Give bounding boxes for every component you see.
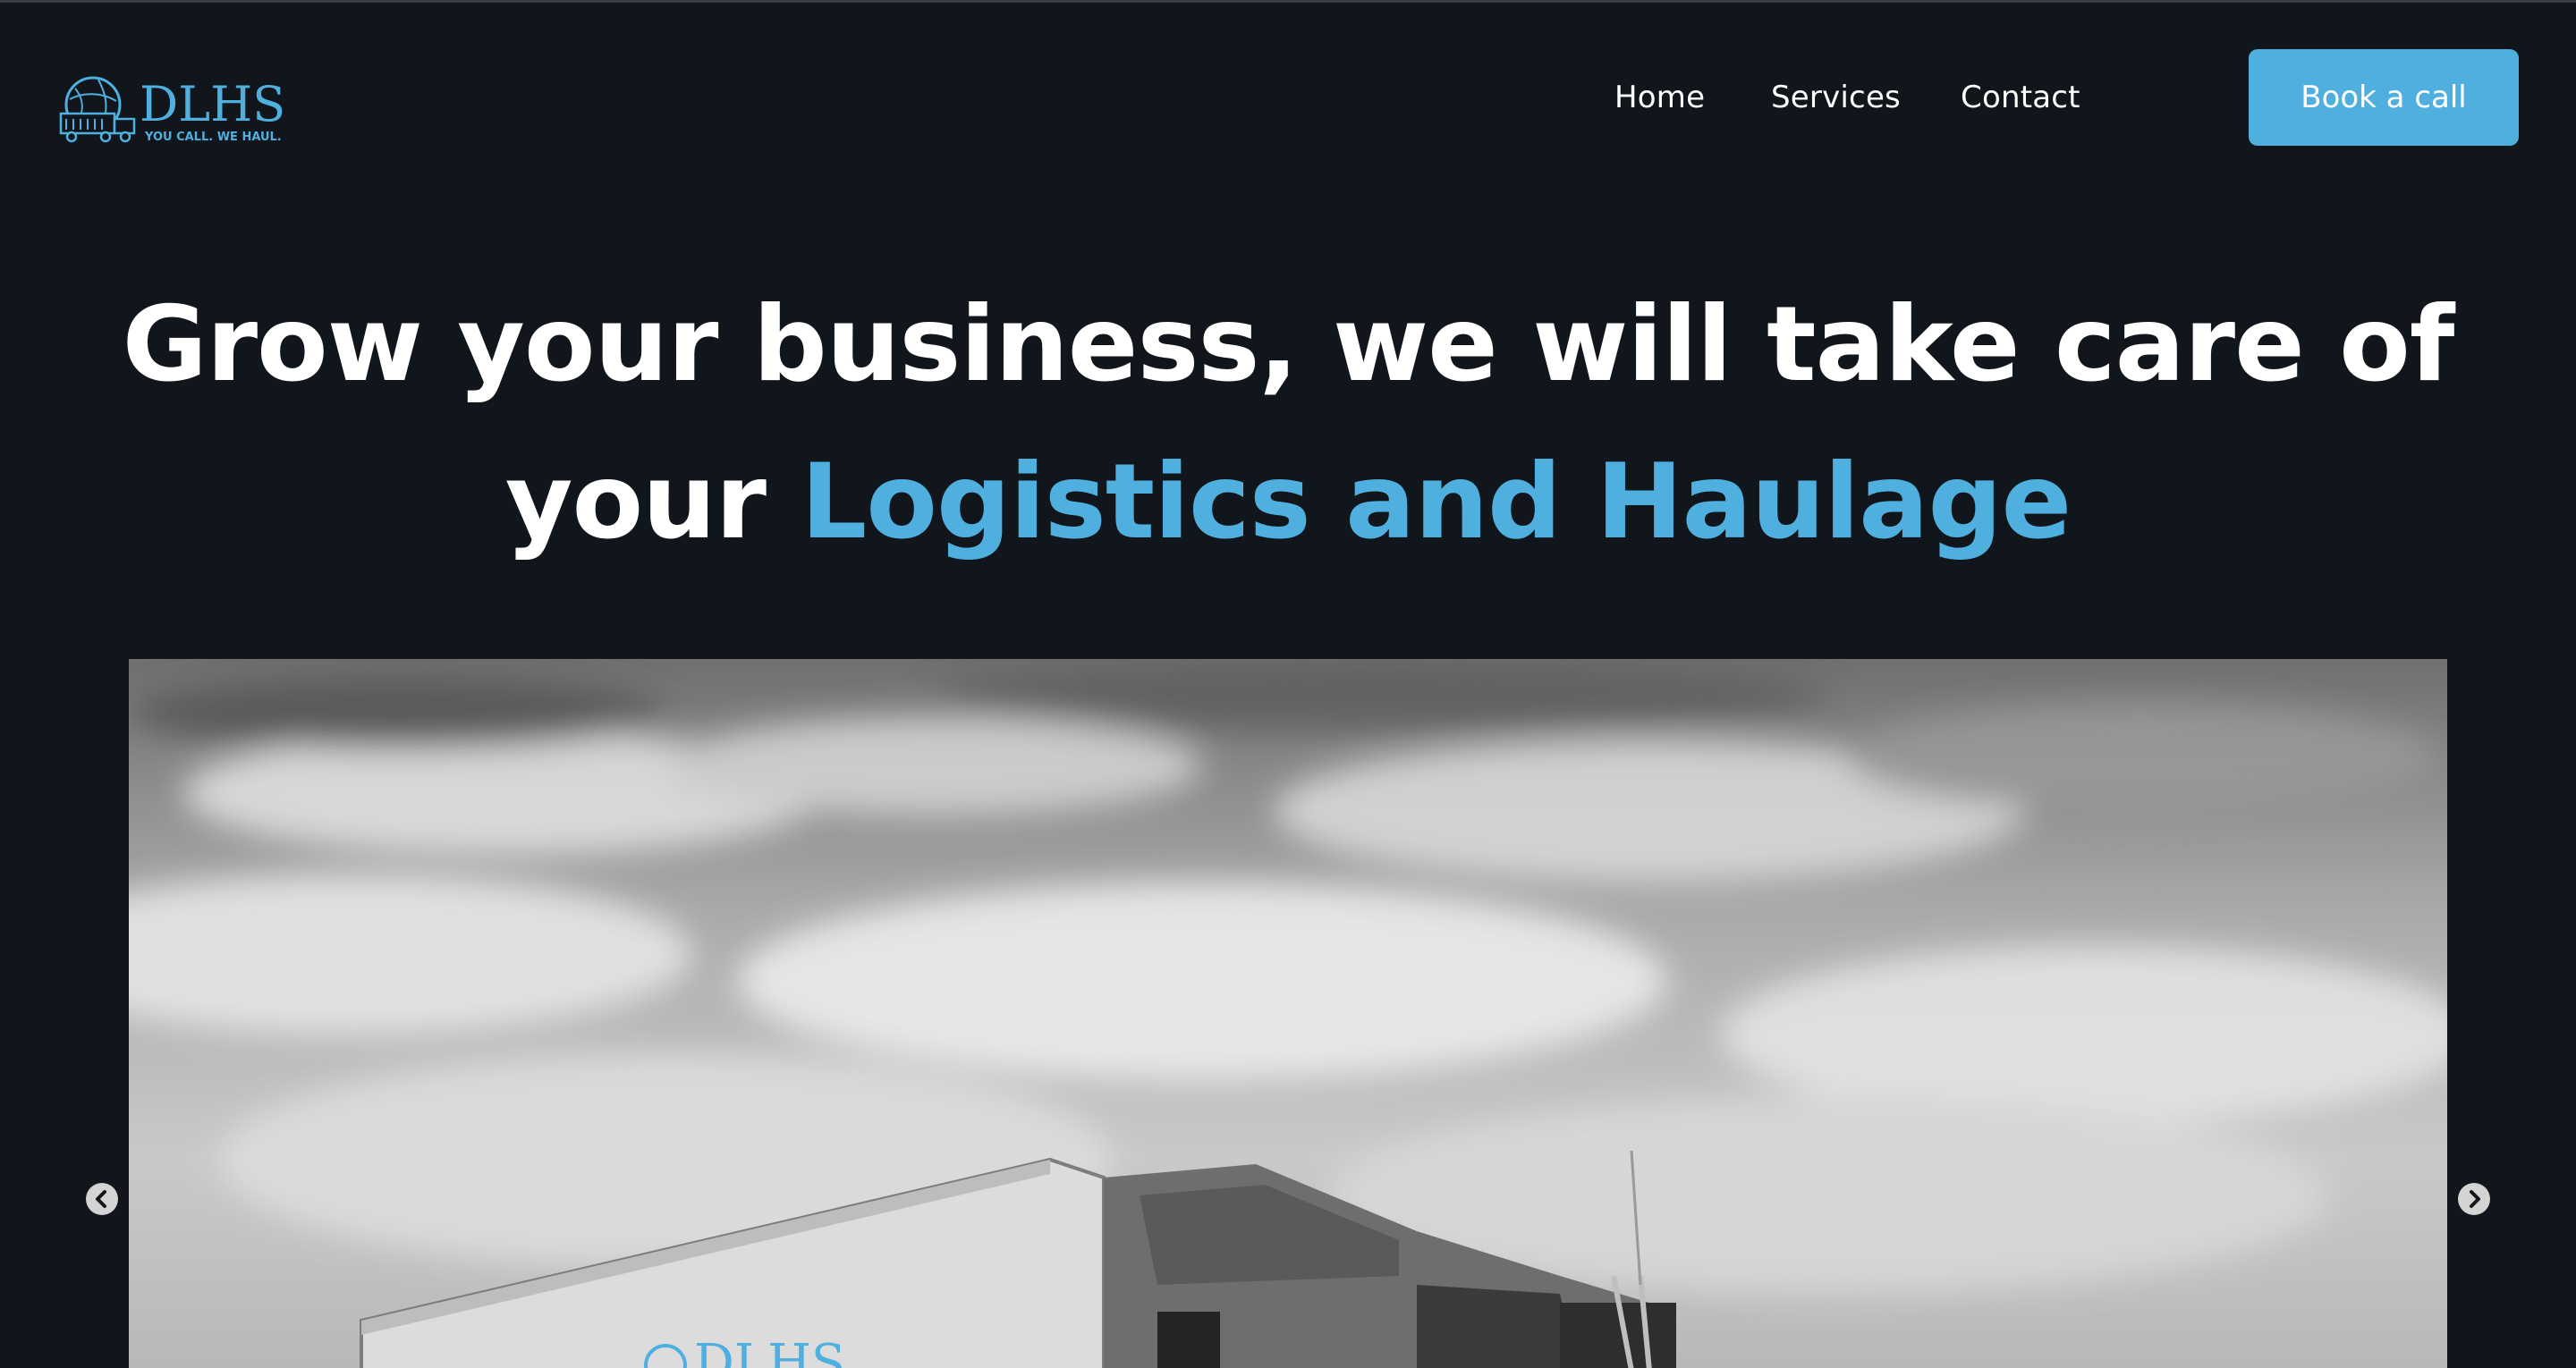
chevron-right-icon	[2459, 1184, 2489, 1214]
slider-next-button[interactable]	[2458, 1183, 2490, 1215]
slider-prev-button[interactable]	[86, 1183, 118, 1215]
nav-home-link[interactable]: Home	[1614, 80, 1749, 115]
hero-headline-accent: Logistics and Haulage	[801, 442, 2072, 562]
logo-wordmark: DLHS	[140, 76, 285, 132]
logo-tagline: YOU CALL. WE HAUL.	[144, 131, 282, 144]
nav-services-link[interactable]: Services	[1771, 80, 1914, 115]
book-a-call-button[interactable]: Book a call	[2249, 49, 2519, 146]
logo-icon: DLHS YOU CALL. WE HAUL.	[59, 76, 285, 144]
company-logo[interactable]: DLHS YOU CALL. WE HAUL.	[57, 72, 299, 148]
chevron-left-icon	[87, 1184, 117, 1214]
hero-image-slider[interactable]: DLHS	[129, 659, 2447, 1368]
hero-headline-line2-prefix: your	[504, 442, 801, 562]
truck-logo-wordmark: DLHS	[694, 1334, 845, 1368]
nav-contact-link[interactable]: Contact	[1961, 80, 2104, 115]
truck-photo: DLHS	[129, 659, 2447, 1368]
site-header: DLHS YOU CALL. WE HAUL. Home Services Co…	[0, 3, 2576, 190]
hero-headline: Grow your business, we will take care of…	[0, 266, 2576, 581]
hero-headline-line1: Grow your business, we will take care of	[122, 284, 2455, 405]
